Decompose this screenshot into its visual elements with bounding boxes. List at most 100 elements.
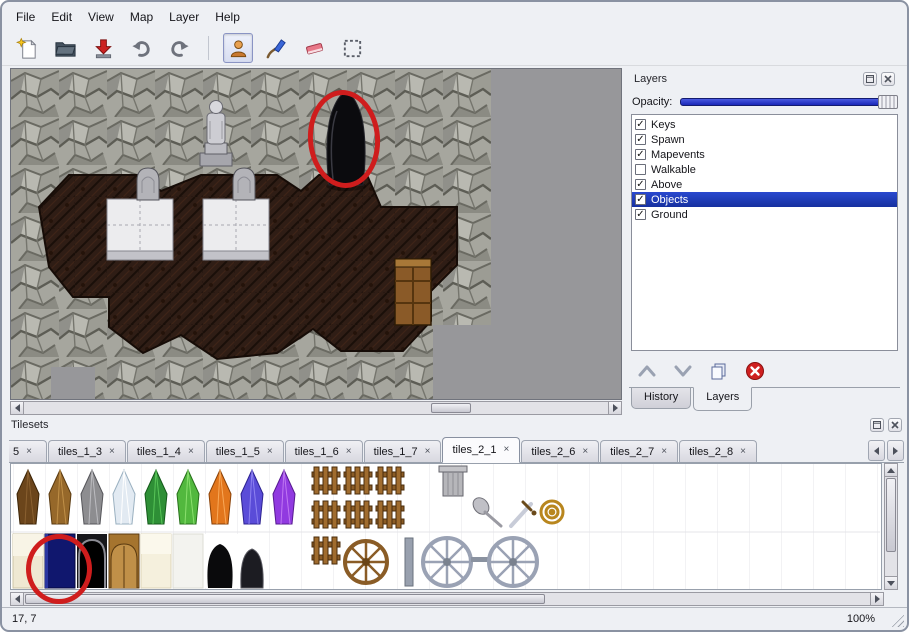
map-viewport[interactable] — [10, 68, 622, 400]
menu-file[interactable]: File — [8, 7, 43, 27]
map-hscrollbar[interactable] — [10, 401, 622, 415]
wagon-wheel-tile[interactable] — [345, 541, 387, 583]
menu-map[interactable]: Map — [122, 7, 161, 27]
tab-close-icon[interactable]: × — [660, 447, 668, 457]
layer-checkbox[interactable]: ✓ — [635, 179, 646, 190]
close-button[interactable] — [881, 72, 895, 86]
scroll-right-arrow[interactable] — [870, 593, 883, 605]
scroll-left-arrow[interactable] — [11, 593, 24, 605]
scroll-left-arrow[interactable] — [11, 402, 24, 414]
hood-silhouette-tile[interactable] — [237, 534, 267, 588]
crystal-tiles[interactable] — [17, 470, 295, 524]
scroll-right-arrow[interactable] — [608, 402, 621, 414]
scroll-up-arrow[interactable] — [885, 464, 897, 477]
layer-row-mapevents[interactable]: ✓ Mapevents — [632, 147, 897, 162]
tab-close-icon[interactable]: × — [739, 447, 747, 457]
menu-edit[interactable]: Edit — [43, 7, 80, 27]
layer-row-ground[interactable]: ✓ Ground — [632, 207, 897, 222]
tileset-canvas[interactable] — [11, 464, 880, 589]
move-layer-down-button[interactable] — [671, 360, 695, 382]
wood-door-tile[interactable] — [109, 534, 139, 588]
stamp-tool-button[interactable] — [223, 33, 253, 63]
layer-row-walkable[interactable]: Walkable — [632, 162, 897, 177]
hood-silhouette-tile[interactable] — [205, 534, 235, 588]
new-file-button[interactable] — [12, 33, 42, 63]
layer-checkbox[interactable]: ✓ — [635, 134, 646, 145]
layer-row-objects[interactable]: ✓ Objects — [632, 192, 897, 207]
tab-close-icon[interactable]: × — [424, 447, 432, 457]
tab-close-icon[interactable]: × — [108, 447, 116, 457]
save-button[interactable] — [88, 33, 118, 63]
tileset-tab[interactable]: tiles_1_6 × — [285, 440, 363, 462]
layer-list[interactable]: ✓ Keys ✓ Spawn ✓ Mapevents Walkable ✓ Ab… — [631, 114, 898, 351]
tileset-vscroll-thumb[interactable] — [886, 478, 896, 552]
wood-track-tiles[interactable] — [312, 537, 340, 564]
opacity-slider[interactable] — [680, 95, 898, 109]
pale-tile[interactable] — [141, 534, 171, 588]
layer-checkbox[interactable]: ✓ — [635, 209, 646, 220]
tab-history[interactable]: History — [631, 388, 691, 409]
tileset-tab[interactable]: tiles_2_7 × — [600, 440, 678, 462]
eraser-tool-button[interactable] — [299, 33, 329, 63]
selected-tile-navy[interactable] — [45, 534, 75, 588]
duplicate-layer-button[interactable] — [707, 360, 731, 382]
tab-label: tiles_2_7 — [610, 446, 654, 458]
tileset-tab-active[interactable]: tiles_2_1 × — [442, 437, 520, 463]
layer-checkbox[interactable]: ✓ — [635, 119, 646, 130]
open-button[interactable] — [50, 33, 80, 63]
float-button[interactable] — [863, 72, 877, 86]
tileset-hscrollbar[interactable] — [10, 592, 884, 606]
tileset-tab[interactable]: tiles_2_6 × — [521, 440, 599, 462]
menu-help[interactable]: Help — [207, 7, 248, 27]
menu-view[interactable]: View — [80, 7, 122, 27]
tab-layers[interactable]: Layers — [693, 387, 752, 411]
move-layer-up-button[interactable] — [635, 360, 659, 382]
statusbar: 17, 7 100% — [2, 607, 907, 630]
white-tile[interactable] — [173, 534, 203, 588]
scroll-down-arrow[interactable] — [885, 576, 897, 589]
brush-tool-button[interactable] — [261, 33, 291, 63]
opacity-slider-track[interactable] — [680, 98, 896, 106]
dark-doorway-tile[interactable] — [77, 534, 107, 588]
layer-checkbox[interactable]: ✓ — [635, 149, 646, 160]
tab-close-icon[interactable]: × — [581, 447, 589, 457]
layer-label: Objects — [651, 194, 688, 206]
menu-layer[interactable]: Layer — [161, 7, 207, 27]
tab-close-icon[interactable]: × — [503, 445, 511, 455]
layer-row-spawn[interactable]: ✓ Spawn — [632, 132, 897, 147]
resize-grip[interactable] — [890, 613, 904, 627]
layer-checkbox[interactable]: ✓ — [635, 194, 646, 205]
tileset-vscrollbar[interactable] — [884, 463, 898, 590]
opacity-label: Opacity: — [632, 96, 672, 108]
tileset-tab[interactable]: tiles_1_4 × — [127, 440, 205, 462]
pillar-tile[interactable] — [439, 466, 467, 496]
tileset-tab[interactable]: 5 × — [9, 440, 47, 462]
tileset-hscroll-thumb[interactable] — [25, 594, 545, 604]
float-button[interactable] — [870, 418, 884, 432]
close-button[interactable] — [888, 418, 902, 432]
layer-row-above[interactable]: ✓ Above — [632, 177, 897, 192]
tileset-tab[interactable]: tiles_1_5 × — [206, 440, 284, 462]
delete-layer-button[interactable] — [743, 360, 767, 382]
layer-checkbox[interactable] — [635, 164, 646, 175]
delete-icon — [745, 361, 765, 381]
opacity-slider-handle[interactable] — [878, 95, 898, 109]
tab-close-icon[interactable]: × — [25, 447, 33, 457]
redo-button[interactable] — [164, 33, 194, 63]
select-tool-button[interactable] — [337, 33, 367, 63]
map-canvas[interactable] — [11, 69, 621, 399]
tab-scroll-left-button[interactable] — [868, 440, 885, 461]
gravestone — [233, 168, 255, 200]
tab-close-icon[interactable]: × — [266, 447, 274, 457]
tileset-view[interactable] — [10, 463, 882, 590]
tileset-tab[interactable]: tiles_1_7 × — [364, 440, 442, 462]
tab-close-icon[interactable]: × — [187, 447, 195, 457]
layer-row-keys[interactable]: ✓ Keys — [632, 117, 897, 132]
tileset-tab[interactable]: tiles_2_8 × — [679, 440, 757, 462]
tab-scroll-right-button[interactable] — [887, 440, 904, 461]
tab-close-icon[interactable]: × — [345, 447, 353, 457]
undo-button[interactable] — [126, 33, 156, 63]
pale-tile[interactable] — [13, 534, 43, 588]
tileset-tab[interactable]: tiles_1_3 × — [48, 440, 126, 462]
map-hscroll-thumb[interactable] — [431, 403, 471, 413]
